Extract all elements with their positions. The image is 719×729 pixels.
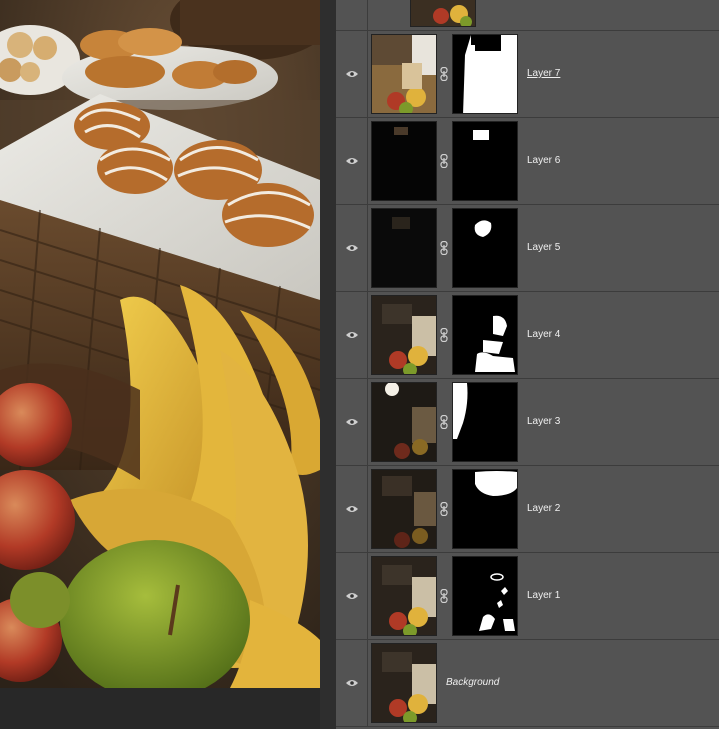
eye-icon[interactable]: [346, 418, 358, 426]
layer-name[interactable]: Layer 2: [527, 502, 560, 516]
thumbnail-image: [411, 0, 475, 26]
canvas-status-bar: [0, 688, 336, 729]
layer-name[interactable]: Background: [446, 676, 499, 690]
layer-thumbnail[interactable]: [371, 295, 437, 375]
layer-name[interactable]: Layer 3: [527, 415, 560, 429]
eye-icon[interactable]: [346, 679, 358, 687]
visibility-toggle[interactable]: [336, 553, 368, 639]
image-canvas[interactable]: [0, 0, 320, 688]
layer-thumbnail[interactable]: [371, 556, 437, 636]
visibility-toggle[interactable]: [336, 31, 368, 117]
visibility-toggle[interactable]: [336, 205, 368, 291]
layer-row[interactable]: Layer 2: [336, 466, 719, 553]
layer-name[interactable]: Layer 6: [527, 154, 560, 168]
eye-icon[interactable]: [346, 157, 358, 165]
layer-thumbnail[interactable]: [371, 643, 437, 723]
layer-row[interactable]: Background: [336, 640, 719, 727]
eye-icon[interactable]: [346, 70, 358, 78]
layer-name[interactable]: Layer 7: [527, 67, 560, 81]
layer-thumbnail[interactable]: [371, 121, 437, 201]
eye-icon[interactable]: [346, 592, 358, 600]
layer-mask-thumbnail[interactable]: [452, 295, 518, 375]
layers-panel[interactable]: Layer 7 Layer 6 Layer 5 Layer 4 Layer 3 Layer…: [336, 0, 719, 729]
layer-row[interactable]: Layer 6: [336, 118, 719, 205]
layer-mask-thumbnail[interactable]: [452, 208, 518, 288]
layer-thumbnail[interactable]: [410, 0, 476, 27]
layer-thumbnail[interactable]: [371, 34, 437, 114]
panel-divider[interactable]: [320, 0, 336, 729]
layer-row[interactable]: Layer 7: [336, 31, 719, 118]
layer-mask-thumbnail[interactable]: [452, 469, 518, 549]
layer-name[interactable]: Layer 5: [527, 241, 560, 255]
layer-row[interactable]: Layer 1: [336, 553, 719, 640]
layer-mask-thumbnail[interactable]: [452, 556, 518, 636]
visibility-toggle[interactable]: [336, 466, 368, 552]
eye-icon[interactable]: [346, 244, 358, 252]
visibility-toggle[interactable]: [336, 118, 368, 204]
visibility-toggle[interactable]: [336, 379, 368, 465]
layer-mask-thumbnail[interactable]: [452, 121, 518, 201]
layer-thumbnail[interactable]: [371, 208, 437, 288]
visibility-toggle[interactable]: [336, 292, 368, 378]
food-photo: [0, 0, 320, 688]
eye-icon[interactable]: [346, 505, 358, 513]
layer-mask-thumbnail[interactable]: [452, 382, 518, 462]
layer-thumbnail[interactable]: [371, 382, 437, 462]
layer-name[interactable]: Layer 1: [527, 589, 560, 603]
layer-name[interactable]: Layer 4: [527, 328, 560, 342]
layer-row[interactable]: Layer 3: [336, 379, 719, 466]
layer-row[interactable]: Layer 4: [336, 292, 719, 379]
eye-icon[interactable]: [346, 331, 358, 339]
layer-row-partial[interactable]: [336, 0, 719, 31]
layer-mask-thumbnail[interactable]: [452, 34, 518, 114]
layer-thumbnail[interactable]: [371, 469, 437, 549]
layer-row[interactable]: Layer 5: [336, 205, 719, 292]
visibility-column: [336, 0, 368, 30]
visibility-toggle[interactable]: [336, 640, 368, 726]
